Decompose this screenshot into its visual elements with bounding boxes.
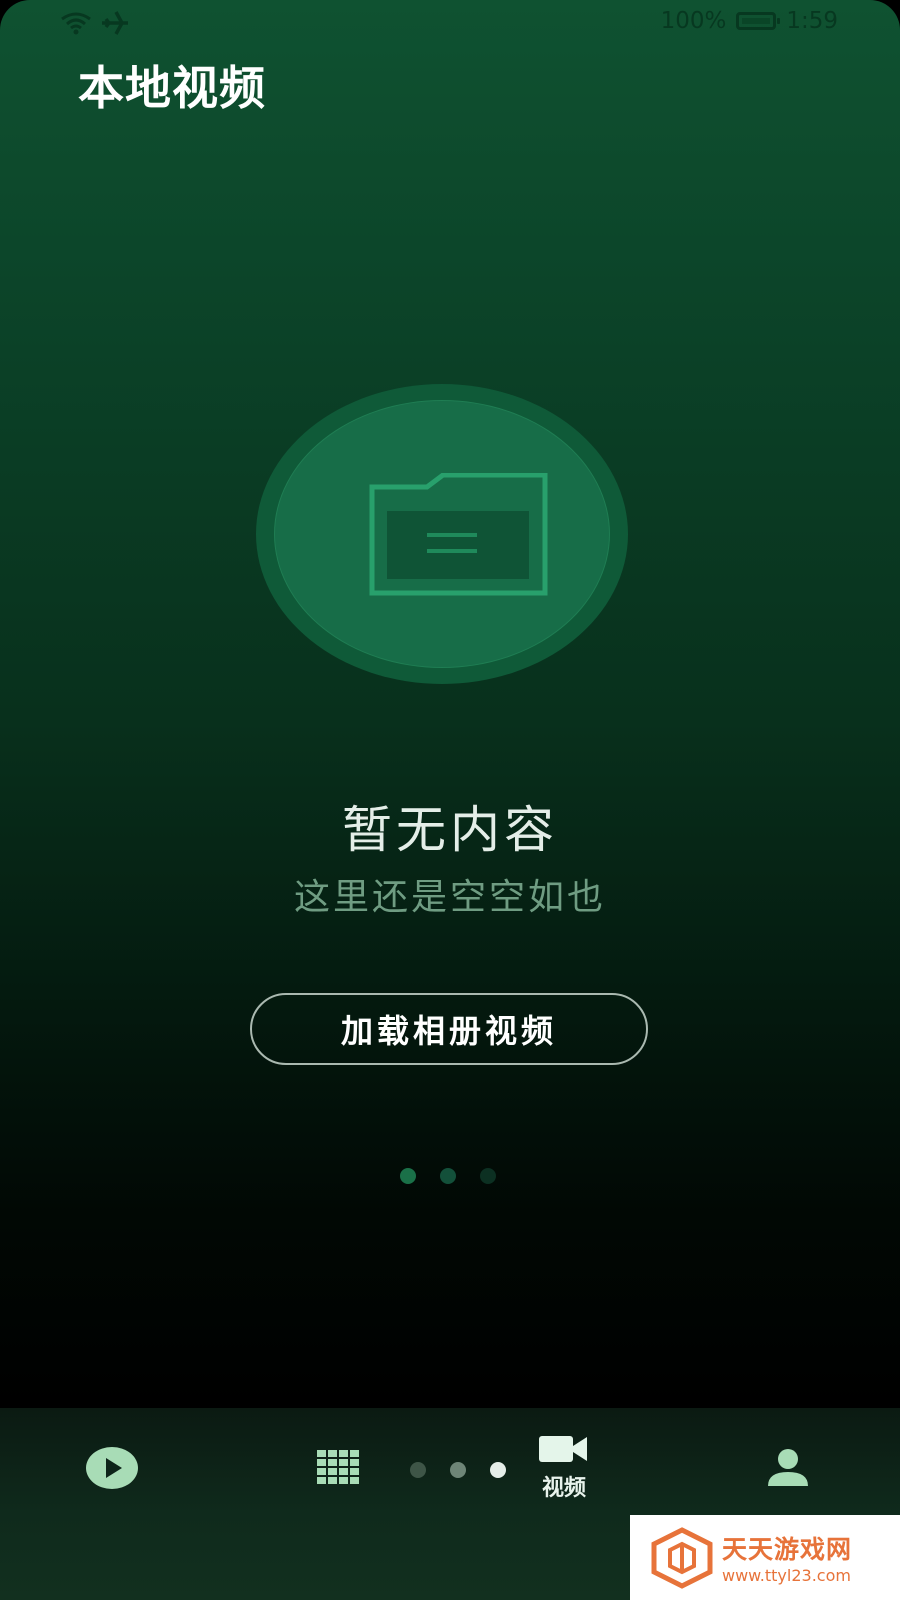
page-title: 本地视频	[78, 61, 266, 115]
status-left-icons	[60, 10, 130, 36]
page-dot-active	[400, 1168, 416, 1184]
person-icon	[768, 1449, 808, 1486]
battery-percent: 100%	[660, 8, 727, 34]
watermark-name: 天天游戏网	[722, 1535, 853, 1564]
grid-icon	[317, 1450, 359, 1484]
nav-item-apps[interactable]	[258, 1408, 418, 1528]
wifi-icon	[61, 12, 91, 35]
empty-state-title: 暂无内容	[342, 801, 558, 859]
nav-item-player[interactable]	[32, 1408, 192, 1528]
load-album-videos-button[interactable]: 加载相册视频	[250, 993, 648, 1065]
airplane-icon	[102, 11, 128, 35]
page-dot	[480, 1168, 496, 1184]
page-indicator	[400, 1168, 496, 1184]
nav-item-profile[interactable]	[708, 1408, 868, 1528]
watermark-url: www.ttyl23.com	[722, 1566, 851, 1585]
nav-item-video[interactable]: 视频	[484, 1408, 644, 1528]
watermark-logo-icon	[651, 1526, 713, 1589]
page-dot	[440, 1168, 456, 1184]
nav-item-video-label: 视频	[541, 1476, 586, 1501]
status-time: 1:59	[786, 8, 838, 34]
watermark: 天天游戏网 www.ttyl23.com	[630, 1515, 900, 1600]
folder-icon	[369, 473, 548, 596]
status-right: 100% 1:59	[661, 8, 838, 34]
nav-dot	[410, 1462, 426, 1478]
nav-dot	[450, 1462, 466, 1478]
empty-state-subtitle: 这里还是空空如也	[293, 877, 606, 918]
empty-illustration	[256, 384, 628, 684]
app-screen: 100% 1:59 本地视频 暂无内容 这里还是空空如也 加载相册视频 视频 天…	[0, 0, 900, 1600]
status-bar: 100% 1:59	[0, 0, 900, 48]
battery-icon	[736, 12, 781, 30]
video-camera-icon	[539, 1436, 587, 1462]
play-circle-icon	[86, 1447, 138, 1489]
